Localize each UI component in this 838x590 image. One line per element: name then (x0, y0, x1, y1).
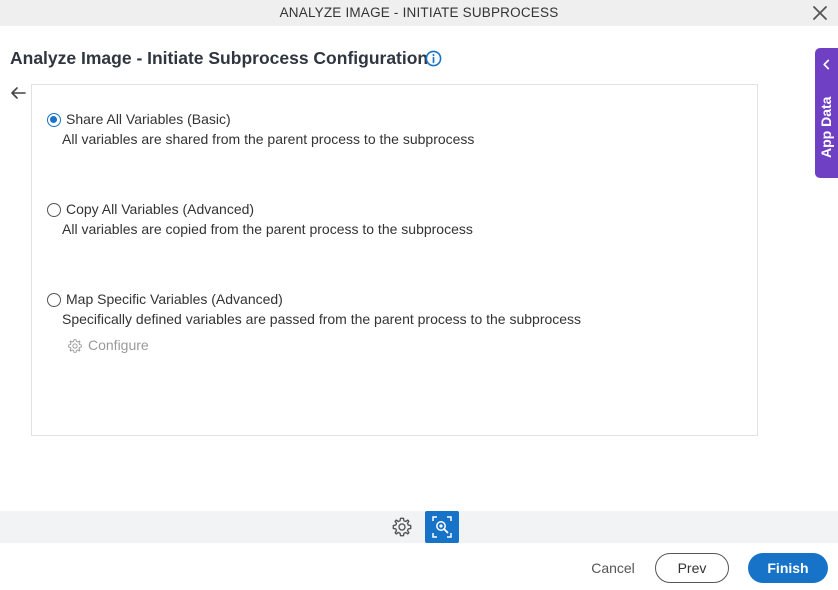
tool-strip (0, 511, 838, 543)
option-description: All variables are copied from the parent… (62, 221, 473, 237)
app-data-label: App Data (818, 96, 834, 158)
page-title: Analyze Image - Initiate Subprocess Conf… (10, 48, 429, 68)
prev-button[interactable]: Prev (655, 553, 729, 583)
chevron-left-icon (823, 59, 830, 70)
info-icon[interactable] (425, 50, 442, 67)
radio-map-specific-variables[interactable] (47, 293, 61, 307)
title-bar: ANALYZE IMAGE - INITIATE SUBPROCESS (0, 0, 838, 26)
option-description: All variables are shared from the parent… (62, 131, 475, 147)
configure-label: Configure (88, 337, 149, 353)
back-arrow-icon[interactable] (10, 86, 26, 100)
gear-icon[interactable] (391, 516, 413, 538)
close-icon[interactable] (812, 5, 828, 21)
option-label[interactable]: Copy All Variables (Advanced) (66, 201, 254, 217)
variable-options-panel: Share All Variables (Basic) All variable… (31, 84, 758, 436)
option-label[interactable]: Map Specific Variables (Advanced) (66, 291, 283, 307)
option-description: Specifically defined variables are passe… (62, 311, 582, 327)
finish-button[interactable]: Finish (748, 553, 828, 583)
gear-icon (68, 339, 82, 353)
analyze-image-tool-button[interactable] (425, 511, 459, 543)
app-data-tab[interactable]: App Data (815, 48, 838, 178)
option-label[interactable]: Share All Variables (Basic) (66, 111, 231, 127)
window-title: ANALYZE IMAGE - INITIATE SUBPROCESS (279, 5, 559, 20)
radio-share-all-variables[interactable] (47, 113, 61, 127)
analyze-image-icon (432, 516, 452, 538)
cancel-button[interactable]: Cancel (584, 554, 642, 582)
radio-copy-all-variables[interactable] (47, 203, 61, 217)
